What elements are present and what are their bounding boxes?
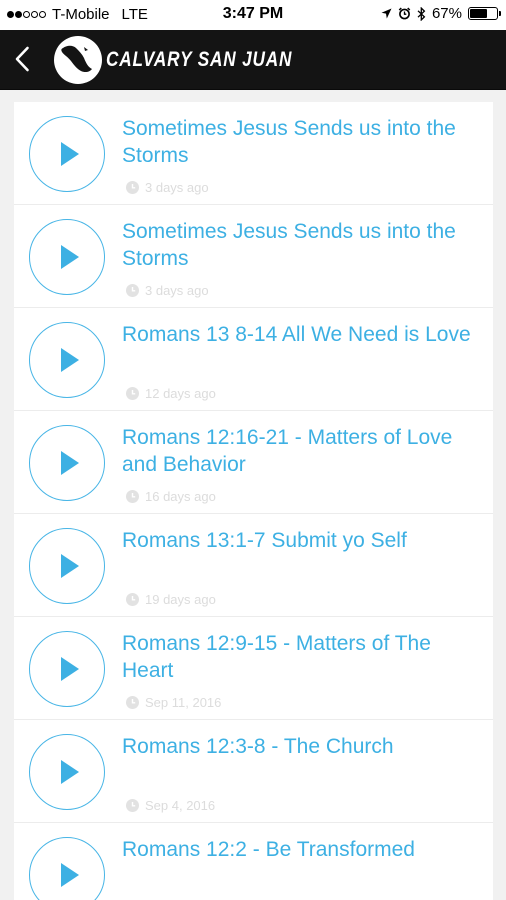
sermon-date: 3 days ago [145,180,209,195]
sermon-list: Sometimes Jesus Sends us into the Storms… [14,102,493,900]
sermon-title[interactable]: Romans 13:1-7 Submit yo Self [122,527,477,554]
status-right: 67% [375,5,501,22]
clock-icon [126,181,139,194]
status-bar: T-Mobile LTE 3:47 PM 67% [0,0,506,30]
clock-icon [126,593,139,606]
sermon-meta: Sep 11, 2016 [126,695,221,710]
play-icon [61,657,79,681]
clock-icon [126,490,139,503]
sermon-item[interactable]: Romans 12:2 - Be Transformed [14,823,493,900]
clock-icon [126,387,139,400]
sermon-meta: 3 days ago [126,283,209,298]
clock-icon [126,799,139,812]
sermon-title[interactable]: Romans 12:16-21 - Matters of Love and Be… [122,424,477,478]
play-button[interactable] [29,116,105,192]
sermon-item[interactable]: Romans 12:16-21 - Matters of Love and Be… [14,411,493,514]
sermon-meta: Sep 4, 2016 [126,798,215,813]
play-icon [61,554,79,578]
sermon-title[interactable]: Romans 12:9-15 - Matters of The Heart [122,630,477,684]
play-button[interactable] [29,425,105,501]
battery-percent: 67% [431,5,462,22]
sermon-date: Sep 11, 2016 [145,695,222,710]
play-icon [61,451,79,475]
back-button[interactable] [9,42,35,76]
sermon-meta: 16 days ago [126,489,216,504]
alarm-clock-icon [398,7,411,20]
sermon-meta: 19 days ago [126,592,216,607]
sermon-title[interactable]: Sometimes Jesus Sends us into the Storms [122,218,477,272]
sermon-meta: 3 days ago [126,180,209,195]
app-title: CALVARY SAN JUAN [106,48,293,71]
sermon-date: 16 days ago [145,489,216,504]
sermon-title[interactable]: Sometimes Jesus Sends us into the Storms [122,115,477,169]
clock-icon [126,696,139,709]
battery-icon [468,7,501,20]
play-button[interactable] [29,219,105,295]
nav-bar: CALVARY SAN JUAN [0,30,506,90]
play-icon [61,245,79,269]
sermon-item[interactable]: Sometimes Jesus Sends us into the Storms… [14,102,493,205]
sermon-date: 12 days ago [145,386,216,401]
clock-icon [126,284,139,297]
play-button[interactable] [29,528,105,604]
play-icon [61,863,79,887]
play-button[interactable] [29,322,105,398]
play-icon [61,348,79,372]
chevron-left-icon [15,46,29,72]
sermon-list-screen: Sometimes Jesus Sends us into the Storms… [0,90,506,900]
play-button[interactable] [29,734,105,810]
play-button[interactable] [29,631,105,707]
sermon-meta: 12 days ago [126,386,216,401]
play-button[interactable] [29,837,105,900]
play-icon [61,142,79,166]
location-arrow-icon [381,8,392,19]
sermon-title[interactable]: Romans 12:3-8 - The Church [122,733,477,760]
sermon-item[interactable]: Romans 13 8-14 All We Need is Love 12 day… [14,308,493,411]
sermon-item[interactable]: Romans 12:9-15 - Matters of The Heart Sep… [14,617,493,720]
church-logo [54,36,102,84]
sermon-date: Sep 4, 2016 [145,798,216,813]
sermon-item[interactable]: Romans 12:3-8 - The Church Sep 4, 2016 [14,720,493,823]
sermon-date: 3 days ago [145,283,209,298]
sermon-item[interactable]: Sometimes Jesus Sends us into the Storms… [14,205,493,308]
play-icon [61,760,79,784]
sermon-item[interactable]: Romans 13:1-7 Submit yo Self 19 days ago [14,514,493,617]
bluetooth-icon [417,6,426,21]
sermon-title[interactable]: Romans 12:2 - Be Transformed [122,836,477,863]
sermon-title[interactable]: Romans 13 8-14 All We Need is Love [122,321,477,348]
sermon-date: 19 days ago [145,592,216,607]
